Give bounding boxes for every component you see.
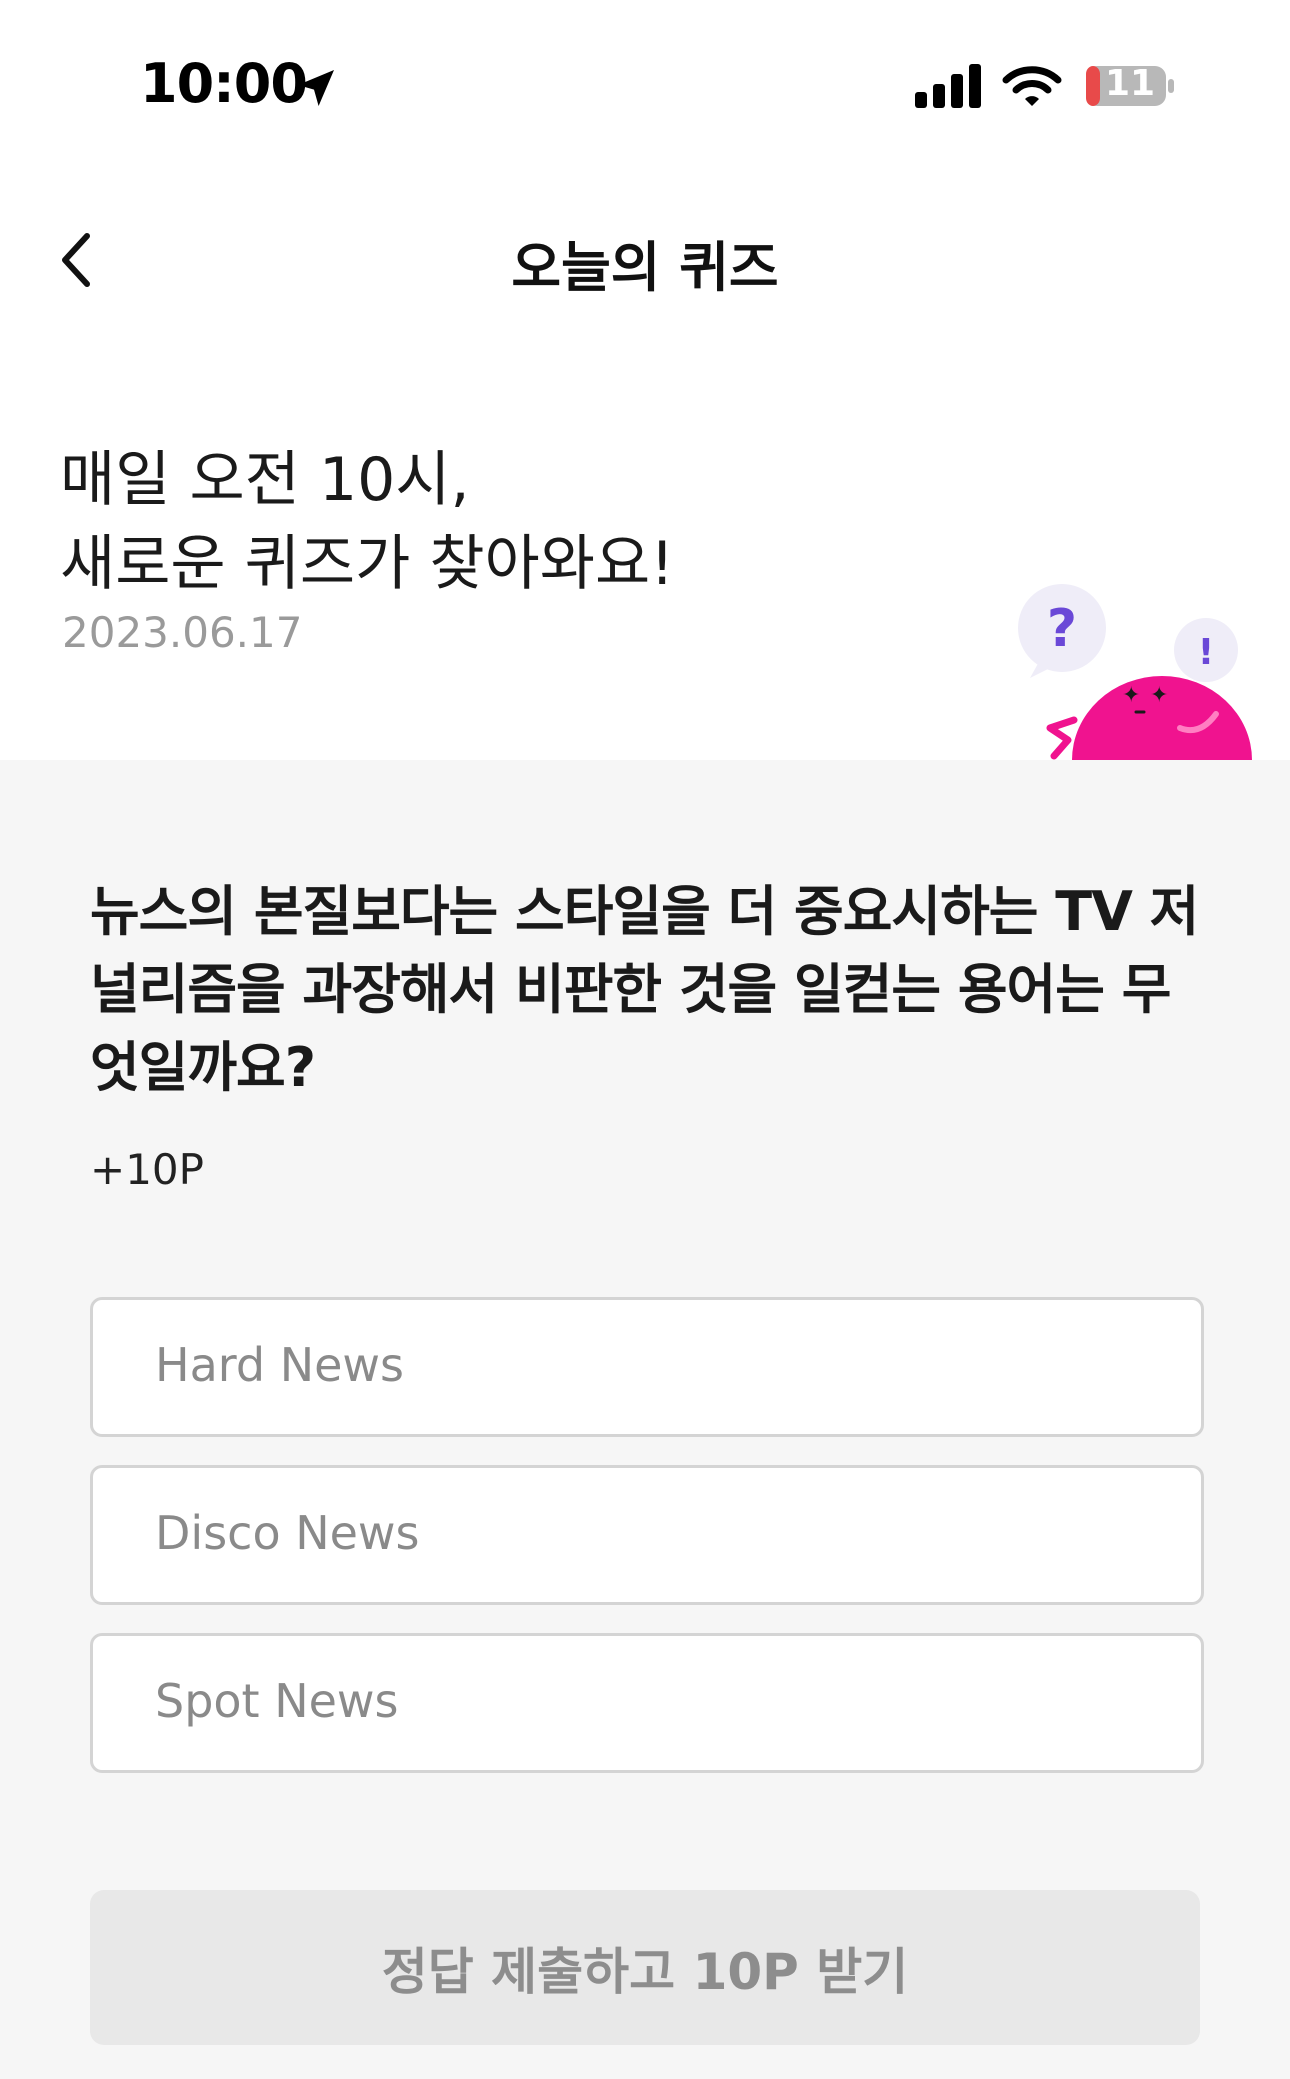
submit-answer-button[interactable]: 정답 제출하고 10P 받기: [90, 1890, 1200, 2045]
answer-option-label: Disco News: [155, 1506, 420, 1560]
quiz-header: 매일 오전 10시, 새로운 퀴즈가 찾아와요! 2023.06.17 ? ! …: [0, 350, 1290, 760]
page-title: 오늘의 퀴즈: [511, 236, 779, 299]
headline-line-2: 새로운 퀴즈가 찾아와요!: [60, 529, 675, 599]
headline: 매일 오전 10시, 새로운 퀴즈가 찾아와요!: [60, 438, 674, 606]
points-label: +10P: [90, 1145, 204, 1194]
svg-text:✦: ✦: [1150, 683, 1168, 708]
exclamation-mark-text: !: [1198, 632, 1214, 673]
status-time: 10:00: [140, 52, 308, 115]
answer-option-label: Hard News: [155, 1338, 405, 1392]
answer-option-hard-news[interactable]: Hard News: [90, 1297, 1204, 1437]
headline-line-1: 매일 오전 10시,: [60, 445, 470, 515]
battery-level-text: 11: [1104, 63, 1156, 104]
quiz-question: 뉴스의 본질보다는 스타일을 더 중요시하는 TV 저널리즘을 과장해서 비판한…: [90, 880, 1199, 1099]
wifi-icon: [1002, 66, 1062, 106]
status-bar: 10:00 11: [0, 0, 1290, 175]
location-arrow-icon: [298, 70, 334, 106]
quiz-date: 2023.06.17: [62, 608, 303, 657]
cellular-signal-icon: [915, 64, 981, 108]
quiz-screen: 10:00 11 오늘의 퀴즈 매일 오전 10시, 새로운 퀴즈가 찾아와요!…: [0, 0, 1290, 2079]
answer-option-spot-news[interactable]: Spot News: [90, 1633, 1204, 1773]
question-mark-text: ?: [1047, 599, 1077, 659]
answer-option-disco-news[interactable]: Disco News: [90, 1465, 1204, 1605]
mascot-illustration: ? ! ✦ ✦: [1018, 584, 1252, 760]
navigation-bar: 오늘의 퀴즈: [0, 175, 1290, 350]
svg-text:✦: ✦: [1122, 683, 1140, 708]
answer-option-label: Spot News: [155, 1674, 399, 1728]
